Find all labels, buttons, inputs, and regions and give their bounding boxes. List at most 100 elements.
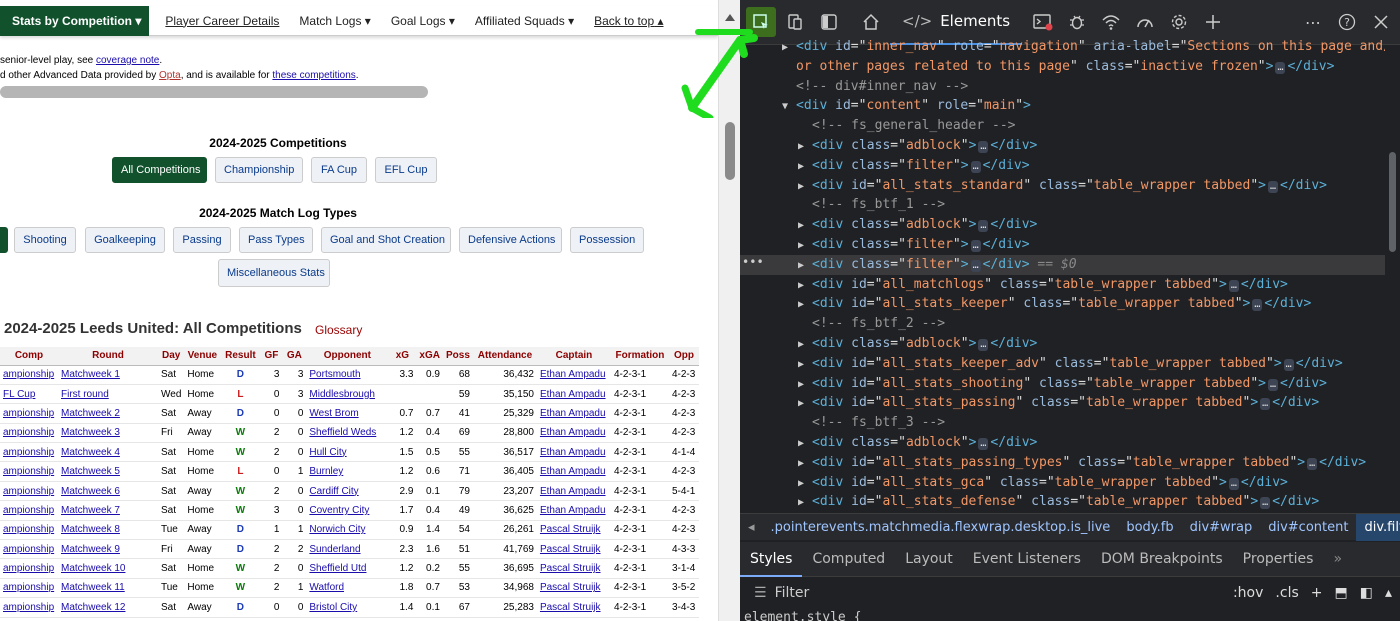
collapsed-ellipsis-icon[interactable]: …: [978, 220, 989, 233]
btn-passing[interactable]: Passing: [173, 227, 231, 253]
col-header-attendance[interactable]: Attendance: [472, 347, 537, 366]
dom-node-line[interactable]: or other pages related to this page" cla…: [740, 57, 1385, 77]
breadcrumb-div-content[interactable]: div#content: [1260, 514, 1356, 541]
dom-node-line[interactable]: ▶ <div id="inner_nav" role="navigation" a…: [740, 37, 1385, 57]
collapsed-ellipsis-icon[interactable]: …: [970, 160, 981, 173]
expand-toggle-icon[interactable]: ▶: [798, 295, 812, 315]
dom-node-line[interactable]: ▶ <div id="all_matchlogs" class="table_wr…: [740, 275, 1385, 295]
cell-round[interactable]: Matchweek 8: [58, 520, 158, 541]
console-icon[interactable]: [1028, 7, 1058, 37]
these-competitions-link[interactable]: these competitions: [272, 70, 355, 81]
cell-comp[interactable]: ampionship: [0, 520, 58, 541]
breadcrumb-div-filter[interactable]: div.filter: [1356, 513, 1400, 541]
col-header-venue[interactable]: Venue: [184, 347, 221, 366]
cell-opponent[interactable]: Watford: [306, 578, 389, 599]
dom-node-line[interactable]: ▶ <div id="all_stats_gca" class="table_wr…: [740, 473, 1385, 493]
expand-toggle-icon[interactable]: ▶: [798, 375, 812, 395]
cell-opponent[interactable]: Bristol City: [306, 597, 389, 618]
cell-opponent[interactable]: Burnley: [306, 461, 389, 482]
expand-toggle-icon[interactable]: ▶: [798, 454, 812, 474]
cell-captain[interactable]: Ethan Ampadu: [536, 481, 611, 502]
col-header-captain[interactable]: Captain: [536, 347, 611, 366]
cell-captain[interactable]: Ethan Ampadu: [536, 461, 611, 482]
cell-opponent[interactable]: Sheffield Utd: [306, 558, 389, 579]
collapsed-ellipsis-icon[interactable]: …: [1228, 279, 1239, 292]
expand-toggle-icon[interactable]: ▶: [798, 236, 812, 256]
dom-node-line[interactable]: ▶ <div id="all_stats_keeper" class="table…: [740, 294, 1385, 314]
cell-comp[interactable]: ampionship: [0, 539, 58, 560]
expand-toggle-icon[interactable]: ▶: [798, 256, 812, 276]
breadcrumb-html-classes[interactable]: .pointerevents.matchmedia.flexwrap.deskt…: [763, 514, 1119, 541]
btn-fa-cup[interactable]: FA Cup: [311, 157, 367, 183]
collapsed-ellipsis-icon[interactable]: …: [978, 140, 989, 153]
styles-scroll-up-icon[interactable]: ▴: [1385, 585, 1392, 601]
cell-opponent[interactable]: West Brom: [306, 403, 389, 424]
cell-captain[interactable]: Pascal Struijk: [536, 539, 611, 560]
col-header-opponent[interactable]: Opponent: [306, 347, 389, 366]
opta-link[interactable]: Opta: [159, 70, 181, 81]
btn-all-competitions[interactable]: All Competitions: [112, 157, 207, 183]
cell-opponent[interactable]: Hull City: [306, 442, 389, 463]
cell-comp[interactable]: FL Cup: [0, 384, 58, 405]
cell-comp[interactable]: ampionship: [0, 442, 58, 463]
cell-round[interactable]: Matchweek 9: [58, 539, 158, 560]
btn-goal-shot-creation[interactable]: Goal and Shot Creation: [321, 227, 451, 253]
cell-captain[interactable]: Ethan Ampadu: [536, 423, 611, 444]
dom-node-line[interactable]: ▶ <div class="filter">… </div>: [740, 156, 1385, 176]
cell-comp[interactable]: ampionship: [0, 558, 58, 579]
dom-node-line[interactable]: ▶ <div id="all_stats_keeper_adv" class="t…: [740, 354, 1385, 374]
performance-gauge-icon[interactable]: [1130, 7, 1160, 37]
horizontal-scrollbar[interactable]: [0, 86, 428, 98]
cell-comp[interactable]: ampionship: [0, 365, 58, 385]
dom-tree-scrollbar-thumb[interactable]: [1389, 152, 1396, 252]
help-icon[interactable]: ?: [1332, 7, 1362, 37]
cell-captain[interactable]: Pascal Struijk: [536, 558, 611, 579]
btn-championship[interactable]: Championship: [215, 157, 303, 183]
cell-comp[interactable]: ampionship: [0, 578, 58, 599]
collapsed-ellipsis-icon[interactable]: …: [1252, 299, 1263, 312]
nav-stats-by-competition[interactable]: Stats by Competition ▾: [0, 5, 150, 36]
col-header-formation[interactable]: Formation: [610, 347, 669, 366]
cell-captain[interactable]: Pascal Struijk: [536, 597, 611, 618]
col-header-comp[interactable]: Comp: [0, 347, 58, 366]
dom-node-line[interactable]: ▶ <div class="filter">… </div> == $0: [740, 254, 1385, 276]
expand-toggle-icon[interactable]: ▶: [798, 493, 812, 511]
nav-goal-logs[interactable]: Goal Logs ▾: [381, 6, 465, 36]
cell-round[interactable]: Matchweek 1: [58, 365, 158, 385]
subtabs-more-icon[interactable]: »: [1323, 542, 1352, 577]
collapsed-ellipsis-icon[interactable]: …: [978, 338, 989, 351]
breadcrumb-scroll-left-icon[interactable]: ◂: [740, 514, 763, 541]
cell-opponent[interactable]: Sunderland: [306, 539, 389, 560]
scroll-up-arrow-icon[interactable]: [725, 14, 735, 21]
collapsed-ellipsis-icon[interactable]: …: [970, 259, 981, 272]
dom-node-line[interactable]: ▶ <div id="all_stats_standard" class="tab…: [740, 176, 1385, 196]
dom-node-line[interactable]: ▶ <div class="adblock">… </div>: [740, 136, 1385, 156]
cell-captain[interactable]: Ethan Ampadu: [536, 403, 611, 424]
cell-captain[interactable]: Pascal Struijk: [536, 578, 611, 599]
collapsed-ellipsis-icon[interactable]: …: [1268, 180, 1279, 193]
collapsed-ellipsis-icon[interactable]: …: [1228, 477, 1239, 490]
cell-opponent[interactable]: Norwich City: [306, 520, 389, 541]
welcome-home-icon[interactable]: [856, 7, 886, 37]
expand-toggle-icon[interactable]: ▶: [798, 137, 812, 157]
dom-node-line[interactable]: ▶ <div id="all_stats_passing_types" class…: [740, 453, 1385, 473]
btn-goalkeeping[interactable]: Goalkeeping: [85, 227, 165, 253]
cell-comp[interactable]: ampionship: [0, 423, 58, 444]
dom-node-line[interactable]: ▶ <div id="all_stats_shooting" class="tab…: [740, 374, 1385, 394]
nav-affiliated-squads[interactable]: Affiliated Squads ▾: [465, 6, 584, 36]
cell-comp[interactable]: ampionship: [0, 500, 58, 521]
cell-round[interactable]: First round: [58, 384, 158, 405]
btn-defensive-actions[interactable]: Defensive Actions: [459, 227, 562, 253]
expand-toggle-icon[interactable]: ▶: [798, 177, 812, 197]
dom-node-line[interactable]: ▶ <div id="all_stats_passing" class="tabl…: [740, 393, 1385, 413]
cell-round[interactable]: Matchweek 4: [58, 442, 158, 463]
dom-node-line[interactable]: <!-- div#inner_nav -->: [740, 77, 1385, 97]
expand-toggle-icon[interactable]: ▶: [798, 394, 812, 414]
cell-captain[interactable]: Pascal Struijk: [536, 520, 611, 541]
cell-captain[interactable]: Ethan Ampadu: [536, 365, 611, 385]
more-options-icon[interactable]: ⋯: [1298, 7, 1328, 37]
network-wifi-icon[interactable]: [1096, 7, 1126, 37]
settings-gear-icon[interactable]: [1164, 7, 1194, 37]
cell-round[interactable]: Matchweek 11: [58, 578, 158, 599]
btn-shooting[interactable]: Shooting: [14, 227, 76, 253]
